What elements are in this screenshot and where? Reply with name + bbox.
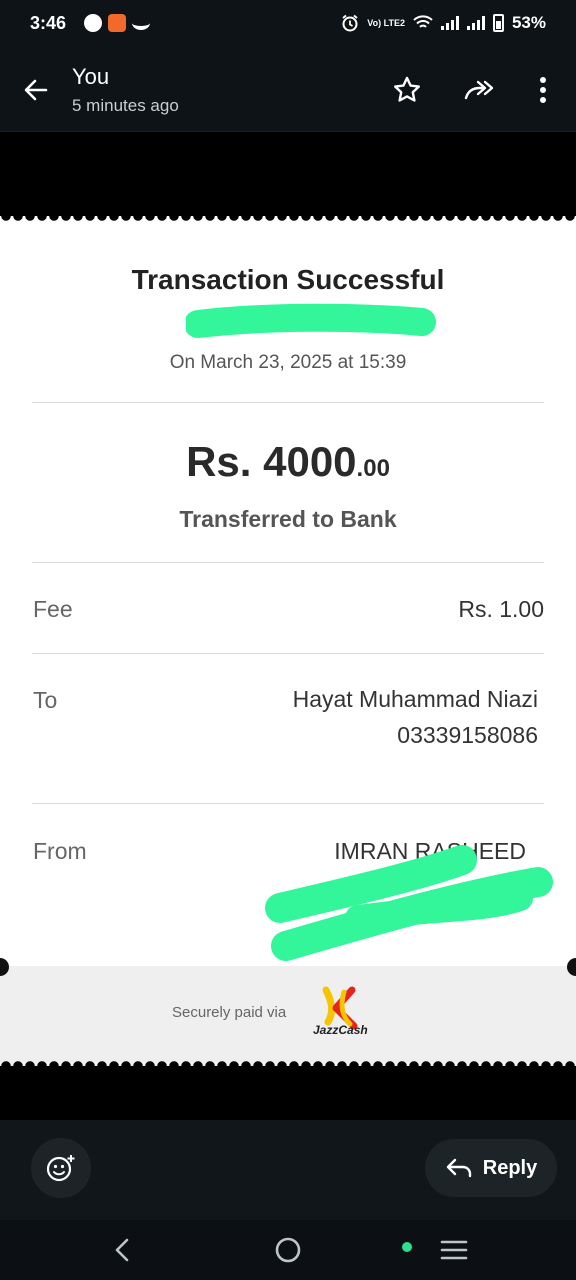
transaction-receipt: Transaction Successful On March 23, 2025…	[0, 216, 576, 1066]
jazzcash-brand: JazzCash	[313, 1023, 368, 1037]
fee-value: Rs. 1.00	[458, 596, 544, 622]
back-arrow-icon	[24, 79, 48, 101]
divider	[32, 562, 544, 563]
system-nav-bar	[0, 1220, 576, 1280]
reply-button[interactable]: Reply	[425, 1139, 557, 1197]
reply-icon	[446, 1158, 471, 1178]
nav-menu-icon	[440, 1240, 468, 1260]
sender-title: You	[72, 64, 110, 89]
to-label: To	[33, 687, 58, 713]
nav-back-button[interactable]	[107, 1234, 139, 1266]
receipt-edge-top	[0, 216, 576, 221]
more-vert-icon	[540, 77, 546, 103]
bottom-action-bar: Reply	[0, 1120, 576, 1220]
forward-button[interactable]	[462, 72, 498, 108]
divider	[32, 803, 544, 804]
incognito-icon	[132, 16, 150, 30]
nav-indicator-dot	[402, 1242, 412, 1252]
react-emoji-button[interactable]	[31, 1138, 91, 1198]
receipt-title: Transaction Successful	[131, 264, 445, 295]
sent-time: 5 minutes ago	[72, 96, 179, 115]
signal-icon-1	[440, 16, 459, 30]
app-notification-icon	[108, 14, 126, 32]
back-button[interactable]	[18, 72, 54, 108]
notification-icons	[84, 14, 150, 32]
shared-image[interactable]: Transaction Successful On March 23, 2025…	[0, 132, 576, 1120]
volte-icon: Vo) LTE2	[367, 17, 405, 28]
receipt-edge-bottom	[0, 1061, 576, 1066]
amount-main: Rs. 4000	[186, 438, 357, 485]
star-icon	[394, 76, 420, 102]
app-header: You 5 minutes ago	[0, 50, 576, 132]
screen: 3:46 Vo) LTE2 53% You 5 minutes ago Tran…	[0, 0, 576, 1280]
recipient-name: Hayat Muhammad Niazi	[292, 686, 538, 712]
emoji-add-icon	[46, 1155, 75, 1182]
recipient-number: 03339158086	[397, 722, 538, 748]
status-bar: 3:46 Vo) LTE2 53%	[0, 0, 576, 50]
wifi-icon	[413, 15, 433, 28]
signal-icon-2	[466, 16, 485, 30]
amount-decimal: .00	[356, 455, 390, 482]
alarm-icon	[342, 14, 358, 32]
header-title-block: You 5 minutes ago	[72, 64, 179, 116]
reply-label: Reply	[482, 1156, 538, 1179]
status-time: 3:46	[30, 13, 67, 33]
transfer-type: Transferred to Bank	[179, 506, 397, 532]
redaction-scribble	[265, 845, 553, 961]
nav-home-button[interactable]	[272, 1234, 304, 1266]
divider	[32, 402, 544, 403]
receipt-footer: Securely paid via JazzCash	[0, 966, 576, 1066]
battery-percent: 53%	[511, 13, 546, 32]
status-right: Vo) LTE2 53%	[341, 13, 546, 33]
transaction-date: On March 23, 2025 at 15:39	[169, 352, 407, 373]
fee-label: Fee	[33, 596, 73, 622]
nav-back-icon	[115, 1238, 129, 1262]
forward-icon	[464, 80, 494, 100]
nav-menu-button[interactable]	[438, 1234, 470, 1266]
chat-bubble-icon	[84, 14, 102, 32]
paid-via-text: Securely paid via	[172, 1004, 287, 1021]
star-button[interactable]	[389, 72, 425, 108]
nav-home-icon	[275, 1237, 301, 1263]
highlight-scribble	[186, 303, 436, 338]
from-label: From	[33, 838, 87, 864]
battery-icon	[492, 14, 504, 32]
divider	[32, 653, 544, 654]
more-options-button[interactable]	[525, 72, 561, 108]
transaction-amount: Rs. 4000.00	[0, 438, 576, 486]
